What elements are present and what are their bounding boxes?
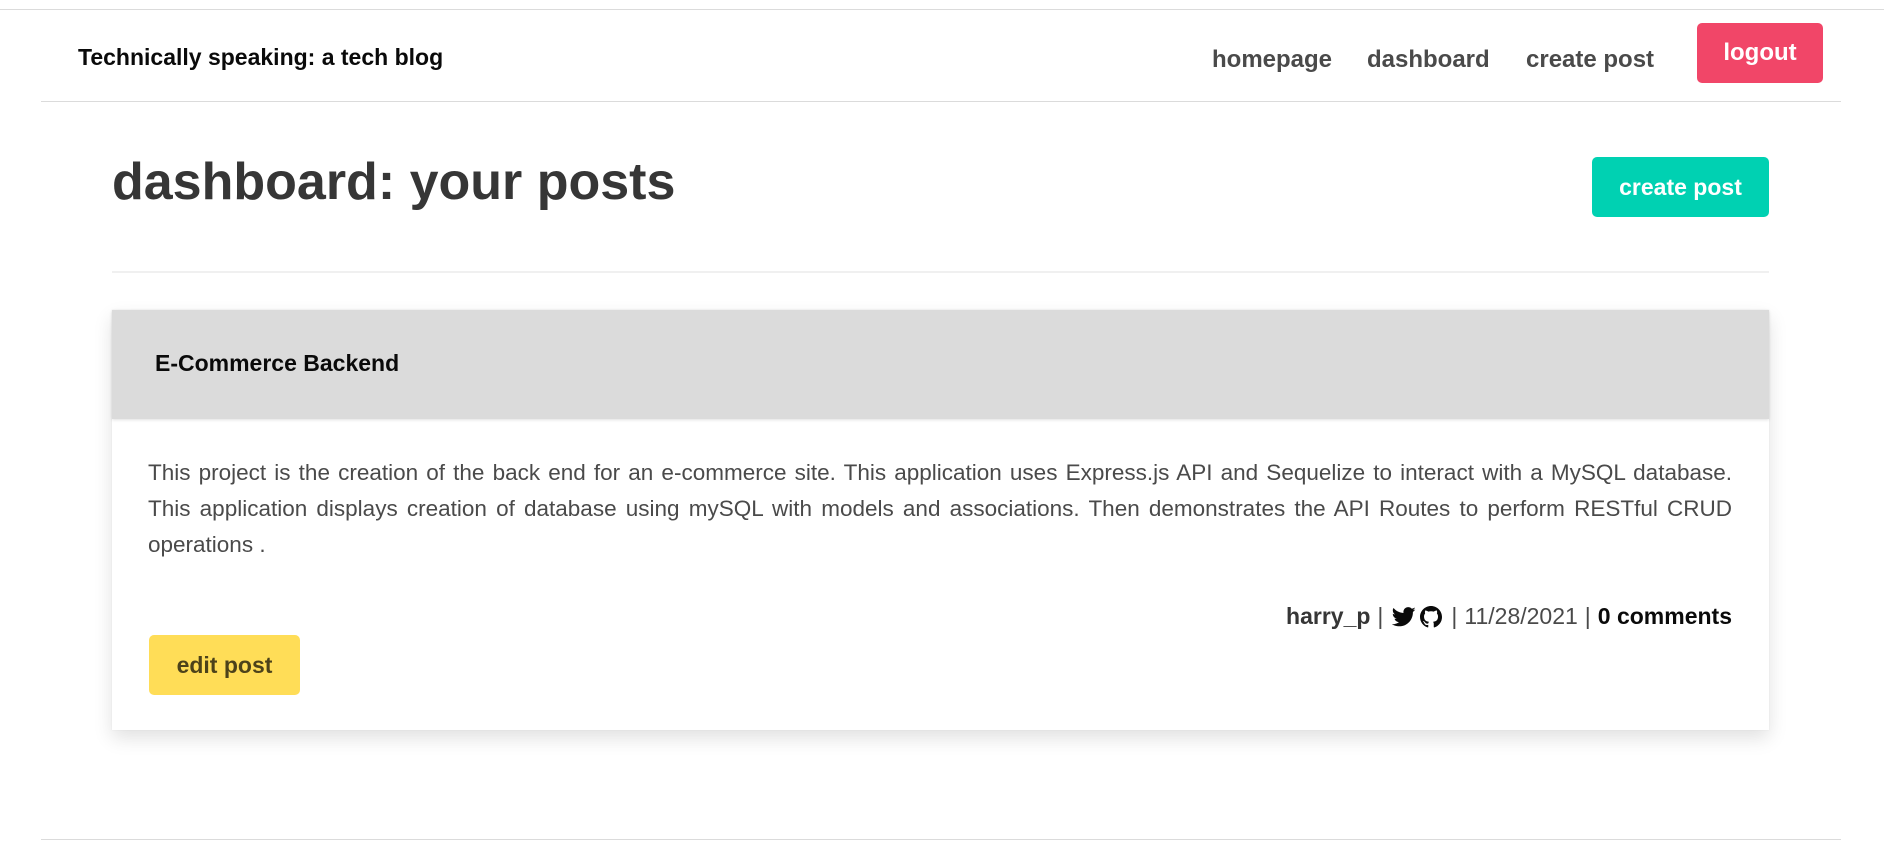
post-card-header: E-Commerce Backend [112,310,1769,419]
page-title: dashboard: your posts [112,153,676,211]
meta-separator: | [1584,603,1591,629]
twitter-icon[interactable] [1392,606,1417,627]
navbar: Technically speaking: a tech blog homepa… [41,10,1841,102]
create-post-button[interactable]: create post [1592,157,1769,217]
post-card: E-Commerce Backend This project is the c… [112,310,1769,730]
post-title: E-Commerce Backend [155,350,400,376]
post-meta: harry_p | | 11/28/2021 | 0 comments [1286,603,1732,630]
post-author: harry_p [1286,603,1371,629]
meta-separator: | [1377,603,1384,629]
site-brand[interactable]: Technically speaking: a tech blog [78,44,443,71]
section-divider [112,271,1769,273]
post-date: 11/28/2021 [1464,603,1578,629]
edit-post-button[interactable]: edit post [149,635,300,695]
meta-separator: | [1451,603,1458,629]
footer-divider [41,839,1841,840]
nav-link-dashboard[interactable]: dashboard [1367,46,1490,74]
github-icon[interactable] [1420,605,1443,628]
post-body: This project is the creation of the back… [148,460,1732,557]
nav-link-homepage[interactable]: homepage [1212,46,1332,74]
logout-button[interactable]: logout [1697,23,1823,83]
comments-link[interactable]: 0 comments [1598,603,1732,630]
nav-link-create-post[interactable]: create post [1526,46,1654,74]
